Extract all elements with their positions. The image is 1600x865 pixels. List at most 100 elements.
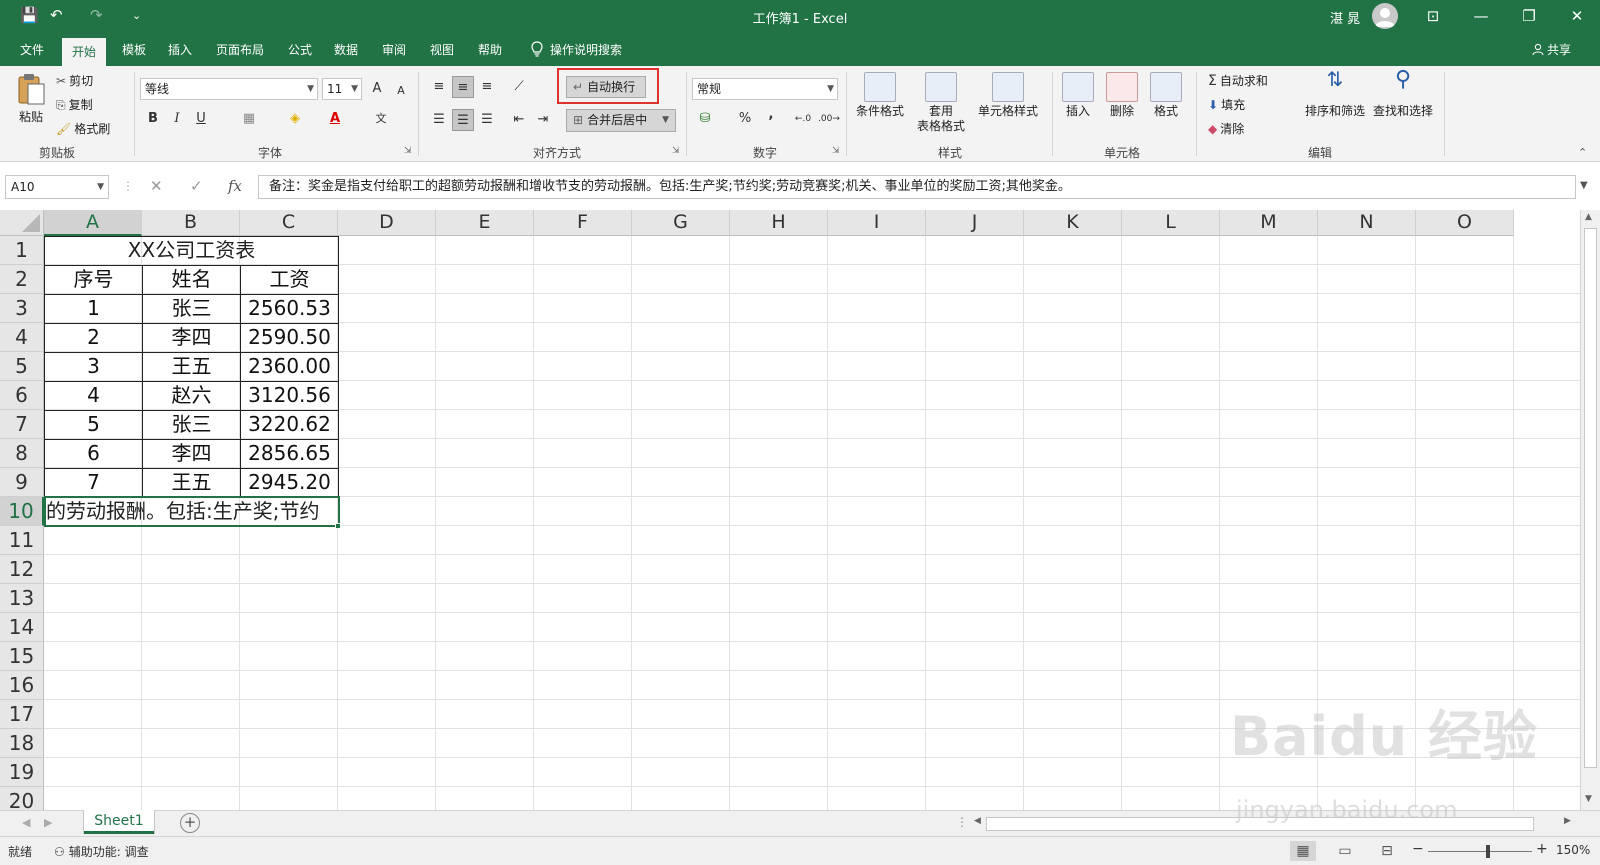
scroll-up-icon[interactable]: ▲ <box>1585 212 1592 222</box>
table-header-cell[interactable]: 姓名 <box>142 265 241 295</box>
tab-review[interactable]: 审阅 <box>372 34 416 66</box>
align-middle-icon[interactable]: ≡ <box>452 76 474 98</box>
shrink-font-button[interactable]: A <box>390 80 412 102</box>
font-name-combo[interactable]: 等线 ▼ <box>140 78 318 100</box>
table-cell[interactable]: 1 <box>44 294 143 324</box>
close-button[interactable]: ✕ <box>1562 4 1592 28</box>
comma-style-button[interactable]: , <box>760 104 782 126</box>
row-header[interactable]: 11 <box>0 526 44 555</box>
find-select-button[interactable]: ⚲ 查找和选择 <box>1370 69 1436 119</box>
column-header[interactable]: M <box>1220 210 1318 236</box>
row-header[interactable]: 5 <box>0 352 44 381</box>
table-cell[interactable]: 5 <box>44 410 143 440</box>
format-painter-button[interactable]: 🖌 格式刷 <box>56 120 110 137</box>
user-name[interactable]: 湛 晁 <box>1330 8 1360 27</box>
row-header[interactable]: 6 <box>0 381 44 410</box>
table-cell[interactable]: 3220.62 <box>240 410 339 440</box>
align-top-icon[interactable]: ≡ <box>428 76 450 98</box>
previous-sheet-icon[interactable]: ◀ <box>22 816 30 829</box>
text-orientation-icon[interactable]: ⟋ <box>508 76 530 98</box>
table-cell[interactable]: 李四 <box>142 439 241 469</box>
table-cell[interactable]: 3 <box>44 352 143 382</box>
table-cell[interactable]: 王五 <box>142 468 241 498</box>
zoom-level[interactable]: 150% <box>1556 843 1590 857</box>
table-header-cell[interactable]: 工资 <box>240 265 339 295</box>
align-bottom-icon[interactable]: ≡ <box>476 76 498 98</box>
number-format-combo[interactable]: 常规 ▼ <box>692 78 838 100</box>
next-sheet-icon[interactable]: ▶ <box>44 816 52 829</box>
vertical-scrollbar[interactable]: ▲ ▼ <box>1580 210 1600 810</box>
add-sheet-button[interactable]: + <box>180 813 200 833</box>
tab-view[interactable]: 视图 <box>420 34 464 66</box>
zoom-slider-thumb[interactable] <box>1486 845 1490 858</box>
fill-handle[interactable] <box>335 523 341 529</box>
italic-button[interactable]: I <box>166 108 188 130</box>
increase-decimal-icon[interactable]: ←.0 <box>792 108 814 130</box>
avatar[interactable] <box>1372 3 1398 29</box>
page-break-view-icon[interactable]: ⊟ <box>1374 841 1400 861</box>
accounting-format-icon[interactable]: ⛁ <box>694 108 716 130</box>
row-header[interactable]: 18 <box>0 729 44 758</box>
cell-styles-button[interactable]: 单元格样式 <box>974 72 1042 119</box>
scroll-left-icon[interactable]: ◀ <box>974 816 981 826</box>
font-size-combo[interactable]: 11 ▼ <box>322 78 362 100</box>
selected-cell-a10[interactable]: 的劳动报酬。包括:生产奖;节约 <box>44 496 340 527</box>
row-header[interactable]: 14 <box>0 613 44 642</box>
grow-font-button[interactable]: A <box>366 78 388 100</box>
percent-style-button[interactable]: % <box>734 108 756 130</box>
scroll-right-icon[interactable]: ▶ <box>1564 816 1571 826</box>
table-cell[interactable]: 2590.50 <box>240 323 339 353</box>
tab-insert[interactable]: 插入 <box>158 34 202 66</box>
column-header[interactable]: H <box>730 210 828 236</box>
fill-color-icon[interactable]: ◈ <box>284 108 306 130</box>
conditional-formatting-button[interactable]: 条件格式 <box>852 72 908 119</box>
table-cell[interactable]: 2360.00 <box>240 352 339 382</box>
wrap-text-button[interactable]: ↵ 自动换行 <box>566 76 646 98</box>
column-header[interactable]: N <box>1318 210 1416 236</box>
select-all-corner[interactable] <box>0 210 44 236</box>
clear-button[interactable]: ◆ 清除 <box>1208 120 1244 137</box>
formula-input[interactable]: 备注：奖金是指支付给职工的超额劳动报酬和增收节支的劳动报酬。包括:生产奖;节约奖… <box>258 175 1576 199</box>
alignment-dialog-launcher-icon[interactable]: ⇲ <box>672 146 680 156</box>
scroll-down-icon[interactable]: ▼ <box>1585 794 1592 804</box>
underline-button[interactable]: U <box>190 108 212 130</box>
zoom-in-button[interactable]: + <box>1536 841 1548 857</box>
normal-view-icon[interactable]: ▦ <box>1290 841 1316 861</box>
column-header[interactable]: O <box>1416 210 1514 236</box>
splitter-handle-icon[interactable]: ⋮ <box>956 815 968 829</box>
row-header[interactable]: 17 <box>0 700 44 729</box>
column-header[interactable]: B <box>142 210 240 236</box>
align-left-icon[interactable]: ☰ <box>428 109 450 131</box>
decrease-decimal-icon[interactable]: .00→ <box>818 108 840 130</box>
row-header[interactable]: 12 <box>0 555 44 584</box>
table-cell[interactable]: 张三 <box>142 294 241 324</box>
decrease-indent-icon[interactable]: ⇤ <box>508 109 530 131</box>
insert-function-button[interactable]: fx <box>228 177 242 195</box>
table-cell[interactable]: 2560.53 <box>240 294 339 324</box>
table-cell[interactable]: 6 <box>44 439 143 469</box>
column-header[interactable]: I <box>828 210 926 236</box>
borders-icon[interactable]: ▦ <box>238 108 260 130</box>
phonetic-guide-icon[interactable]: 文 <box>370 108 392 130</box>
row-header[interactable]: 10 <box>0 497 44 526</box>
row-header[interactable]: 16 <box>0 671 44 700</box>
column-header[interactable]: A <box>44 210 142 236</box>
tab-help[interactable]: 帮助 <box>468 34 512 66</box>
row-header[interactable]: 19 <box>0 758 44 787</box>
row-header[interactable]: 4 <box>0 323 44 352</box>
row-header[interactable]: 2 <box>0 265 44 294</box>
tab-home[interactable]: 开始 <box>62 38 107 66</box>
table-cell[interactable]: 2945.20 <box>240 468 339 498</box>
table-header-cell[interactable]: 序号 <box>44 265 143 295</box>
row-header[interactable]: 20 <box>0 787 44 810</box>
table-cell[interactable]: 张三 <box>142 410 241 440</box>
delete-cells-button[interactable]: 删除 <box>1102 72 1142 119</box>
minimize-button[interactable]: — <box>1466 4 1496 28</box>
table-cell[interactable]: 李四 <box>142 323 241 353</box>
tab-data[interactable]: 数据 <box>324 34 368 66</box>
sheet-tab-sheet1[interactable]: Sheet1 <box>84 810 154 834</box>
column-header[interactable]: J <box>926 210 1024 236</box>
title-cell[interactable]: XX公司工资表 <box>44 236 339 266</box>
row-header[interactable]: 8 <box>0 439 44 468</box>
align-center-icon[interactable]: ☰ <box>452 109 474 131</box>
